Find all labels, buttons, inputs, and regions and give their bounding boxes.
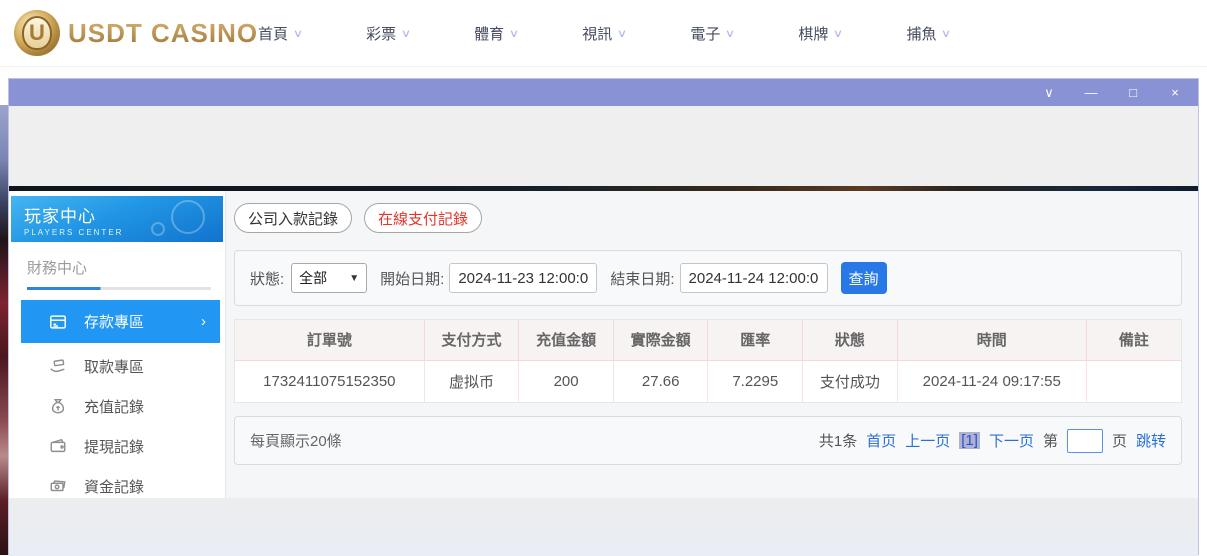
total-count: 共1条 xyxy=(819,430,857,451)
logo-letter: U xyxy=(22,16,52,50)
chevron-down-icon: ∨ xyxy=(401,27,411,40)
window-minimize-icon[interactable]: — xyxy=(1084,86,1098,99)
sidebar-item-withdrawal-record[interactable]: 提現記錄 xyxy=(21,426,220,466)
finance-center-label: 財務中心 xyxy=(27,257,225,278)
col-time: 時間 xyxy=(897,320,1086,360)
records-table: 訂單號 支付方式 充值金額 實際金額 匯率 狀態 時間 備註 173241107 xyxy=(235,320,1181,402)
per-page-label: 每頁顯示20條 xyxy=(250,430,342,451)
window-footer-band xyxy=(9,498,1198,556)
cell-order-no: 1732411075152350 xyxy=(235,360,424,402)
jump-label-pre: 第 xyxy=(1043,430,1058,451)
select-caret-icon: ▼ xyxy=(349,273,359,284)
cell-rate: 7.2295 xyxy=(708,360,803,402)
nav-item-fishing[interactable]: 捕魚 ∨ xyxy=(906,23,950,44)
sidebar-item-funds-record[interactable]: 資金記錄 xyxy=(21,466,220,506)
gamepad-watermark xyxy=(151,222,165,236)
col-recharge-amount: 充值金額 xyxy=(519,320,614,360)
window-close-icon[interactable]: × xyxy=(1168,86,1182,99)
chevron-down-icon: ∨ xyxy=(617,27,627,40)
window-dropdown-icon[interactable]: ∨ xyxy=(1042,86,1056,99)
col-actual-amount: 實際金額 xyxy=(613,320,708,360)
col-status: 狀態 xyxy=(803,320,898,360)
brand-name: USDT CASINO xyxy=(68,18,258,49)
cell-remark xyxy=(1086,360,1181,402)
sidebar-item-recharge-record[interactable]: 充值記錄 xyxy=(21,386,220,426)
sidebar-item-label: 充值記錄 xyxy=(84,396,144,417)
player-center-window: ∨ — □ × 玩家中心 PLAYERS CENTER 財務中心 xyxy=(8,78,1199,555)
nav-item-live[interactable]: 視訊 ∨ xyxy=(582,23,626,44)
money-bag-icon xyxy=(49,397,67,415)
deposit-card-icon xyxy=(49,313,67,331)
cell-recharge-amount: 200 xyxy=(519,360,614,402)
status-select-value: 全部 xyxy=(299,268,327,288)
table-header-row: 訂單號 支付方式 充值金額 實際金額 匯率 狀態 時間 備註 xyxy=(235,320,1181,360)
main-nav: 首頁 ∨ 彩票 ∨ 體育 ∨ 視訊 ∨ 電子 ∨ 棋牌 ∨ 捕魚 ∨ xyxy=(258,0,1015,67)
page-jump-input[interactable] xyxy=(1067,429,1103,453)
end-date-label: 結束日期: xyxy=(610,268,674,289)
content-area: 公司入款記錄 在線支付記錄 狀態: 全部 ▼ 開始日期: 結束日期: 查詢 xyxy=(226,191,1198,498)
col-pay-method: 支付方式 xyxy=(424,320,519,360)
chevron-down-icon: ∨ xyxy=(941,27,951,40)
nav-item-sports[interactable]: 體育 ∨ xyxy=(474,23,518,44)
cell-status: 支付成功 xyxy=(803,360,898,402)
window-maximize-icon[interactable]: □ xyxy=(1126,86,1140,99)
records-table-panel: 訂單號 支付方式 充值金額 實際金額 匯率 狀態 時間 備註 173241107 xyxy=(234,319,1182,403)
window-chrome-band xyxy=(9,106,1198,186)
pagination-panel: 每頁顯示20條 共1条 首页 上一页 [1] 下一页 第 页 跳转 xyxy=(234,416,1182,465)
wallet-icon xyxy=(49,437,67,455)
col-order-no: 訂單號 xyxy=(235,320,424,360)
sidebar-item-label: 資金記錄 xyxy=(84,476,144,497)
start-date-input[interactable] xyxy=(449,263,597,293)
sidebar: 玩家中心 PLAYERS CENTER 財務中心 存款專區 › xyxy=(9,191,226,498)
cell-actual-amount: 27.66 xyxy=(613,360,708,402)
chevron-down-icon: ∨ xyxy=(509,27,519,40)
nav-item-home[interactable]: 首頁 ∨ xyxy=(258,23,302,44)
first-page-link[interactable]: 首页 xyxy=(866,430,896,451)
col-rate: 匯率 xyxy=(708,320,803,360)
sidebar-item-label: 存款專區 xyxy=(84,311,144,332)
window-titlebar: ∨ — □ × xyxy=(9,79,1198,106)
status-select[interactable]: 全部 ▼ xyxy=(291,263,367,293)
sidebar-item-label: 取款專區 xyxy=(84,356,144,377)
jump-go-link[interactable]: 跳转 xyxy=(1136,430,1166,451)
cell-pay-method: 虚拟币 xyxy=(424,360,519,402)
nav-item-slots[interactable]: 電子 ∨ xyxy=(690,23,734,44)
sidebar-menu: 存款專區 › 取款專區 充值記錄 xyxy=(9,300,225,506)
jump-label-post: 页 xyxy=(1112,430,1127,451)
search-button[interactable]: 查詢 xyxy=(841,262,887,294)
chevron-right-icon: › xyxy=(201,313,206,330)
brand-logo-icon: U xyxy=(14,10,60,56)
col-remark: 備註 xyxy=(1086,320,1181,360)
current-page-badge: [1] xyxy=(959,432,980,449)
banknotes-icon xyxy=(49,477,67,495)
chevron-down-icon: ∨ xyxy=(725,27,735,40)
chevron-down-icon: ∨ xyxy=(293,27,303,40)
chevron-down-icon: ∨ xyxy=(833,27,843,40)
start-date-label: 開始日期: xyxy=(380,268,444,289)
brand-logo[interactable]: U USDT CASINO xyxy=(14,10,258,56)
tab-company-deposit-record[interactable]: 公司入款記錄 xyxy=(234,203,352,233)
sidebar-item-deposit[interactable]: 存款專區 › xyxy=(21,300,220,343)
background-photo-strip xyxy=(0,105,8,555)
nav-item-cards[interactable]: 棋牌 ∨ xyxy=(798,23,842,44)
players-center-header: 玩家中心 PLAYERS CENTER xyxy=(11,196,223,242)
tab-online-payment-record[interactable]: 在線支付記錄 xyxy=(364,203,482,233)
cell-time: 2024-11-24 09:17:55 xyxy=(897,360,1086,402)
withdraw-hand-icon xyxy=(49,357,67,375)
section-underline xyxy=(27,287,211,290)
top-navigation-bar: U USDT CASINO 首頁 ∨ 彩票 ∨ 體育 ∨ 視訊 ∨ 電子 ∨ 棋… xyxy=(0,0,1207,67)
end-date-input[interactable] xyxy=(680,263,828,293)
prev-page-link[interactable]: 上一页 xyxy=(905,430,950,451)
sidebar-item-withdraw[interactable]: 取款專區 xyxy=(21,346,220,386)
record-tabs: 公司入款記錄 在線支付記錄 xyxy=(234,203,1182,233)
sidebar-item-label: 提現記錄 xyxy=(84,436,144,457)
filter-panel: 狀態: 全部 ▼ 開始日期: 結束日期: 查詢 xyxy=(234,250,1182,306)
nav-item-lottery[interactable]: 彩票 ∨ xyxy=(366,23,410,44)
next-page-link[interactable]: 下一页 xyxy=(989,430,1034,451)
gamepad-watermark xyxy=(171,200,205,234)
pagination-controls: 共1条 首页 上一页 [1] 下一页 第 页 跳转 xyxy=(819,429,1166,453)
table-row: 1732411075152350 虚拟币 200 27.66 7.2295 支付… xyxy=(235,360,1181,402)
status-label: 狀態: xyxy=(250,268,284,289)
